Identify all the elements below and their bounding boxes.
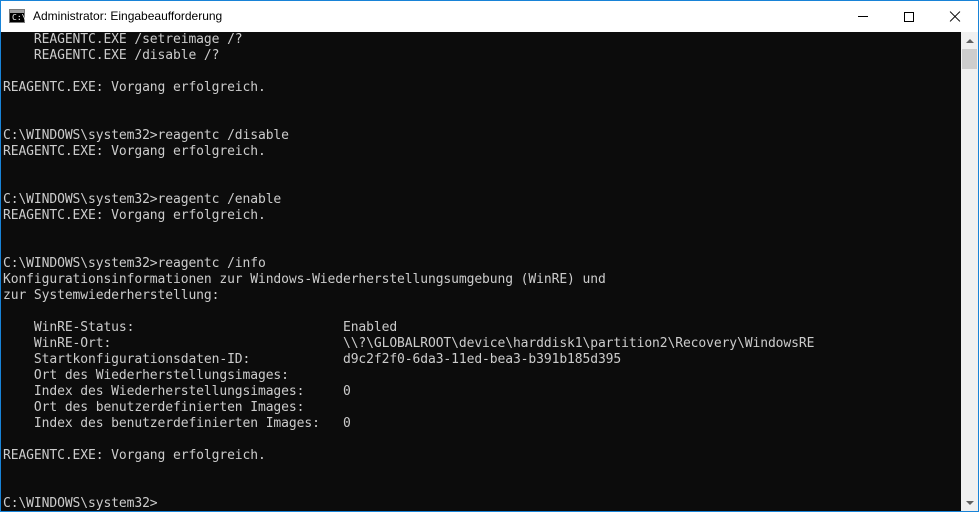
console-line: C:\WINDOWS\system32> [3, 496, 158, 510]
console-line: C:\WINDOWS\system32>reagentc /disable [3, 128, 289, 143]
console-line: WinRE-Ort: \\?\GLOBALROOT\device\harddis… [3, 336, 815, 351]
vertical-scrollbar[interactable] [961, 32, 978, 511]
console-line: Index des Wiederherstellungsimages: 0 [3, 384, 351, 399]
console-window: C:\_ Administrator: Eingabeaufforderung … [0, 0, 979, 512]
close-button[interactable] [932, 1, 978, 32]
window-title: Administrator: Eingabeaufforderung [33, 9, 223, 23]
console-line: REAGENTC.EXE: Vorgang erfolgreich. [3, 448, 266, 463]
console-line: REAGENTC.EXE: Vorgang erfolgreich. [3, 208, 266, 223]
console-line: REAGENTC.EXE: Vorgang erfolgreich. [3, 80, 266, 95]
console-line: C:\WINDOWS\system32>reagentc /info [3, 256, 266, 271]
maximize-button[interactable] [886, 1, 932, 32]
console-line: WinRE-Status: Enabled [3, 320, 398, 335]
scroll-down-button[interactable] [961, 494, 978, 511]
console-line: zur Systemwiederherstellung: [3, 288, 220, 303]
close-icon [950, 12, 960, 22]
console-line: REAGENTC.EXE: Vorgang erfolgreich. [3, 144, 266, 159]
console-line: Index des benutzerdefinierten Images: 0 [3, 416, 351, 431]
minimize-icon [858, 16, 868, 17]
console-line: REAGENTC.EXE /setreimage /? [3, 32, 243, 47]
console-line: Ort des benutzerdefinierten Images: [3, 400, 305, 415]
console-line: REAGENTC.EXE /disable /? [3, 48, 220, 63]
arrow-up-icon [965, 38, 974, 43]
console-line: Startkonfigurationsdaten-ID: d9c2f2f0-6d… [3, 352, 622, 367]
scroll-up-button[interactable] [961, 32, 978, 49]
console-line: Ort des Wiederherstellungsimages: [3, 368, 289, 383]
title-bar[interactable]: C:\_ Administrator: Eingabeaufforderung [1, 1, 978, 32]
console-output[interactable]: REAGENTC.EXE /setreimage /? REAGENTC.EXE… [3, 32, 958, 510]
minimize-button[interactable] [840, 1, 886, 32]
arrow-down-icon [965, 500, 974, 505]
console-line: C:\WINDOWS\system32>reagentc /enable [3, 192, 282, 207]
scroll-thumb[interactable] [962, 49, 977, 69]
maximize-icon [904, 11, 914, 22]
cmd-icon[interactable]: C:\_ [9, 9, 31, 23]
console-line: Konfigurationsinformationen zur Windows-… [3, 272, 606, 287]
